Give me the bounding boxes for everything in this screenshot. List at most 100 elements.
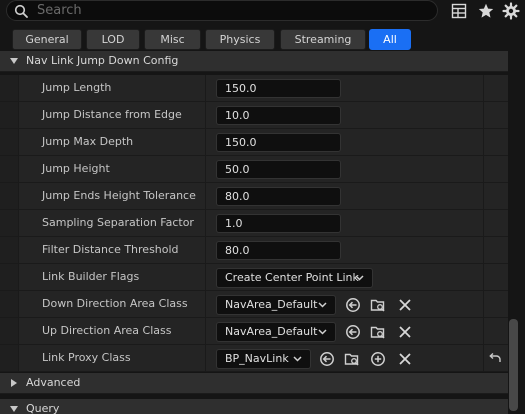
row-indent <box>0 318 19 344</box>
browse-asset-icon[interactable] <box>344 351 360 367</box>
add-icon[interactable] <box>370 351 386 367</box>
jump-ends-height-tolerance-input[interactable]: 80.0 <box>216 187 341 206</box>
down-direction-area-class-dropdown[interactable]: NavArea_Default <box>216 295 336 315</box>
property-label: Link Builder Flags <box>42 270 140 283</box>
scrollbar-thumb[interactable] <box>509 319 518 411</box>
filter-general[interactable]: General <box>12 29 82 50</box>
property-label: Jump Height <box>42 162 110 175</box>
extension-divider <box>483 156 484 182</box>
expand-arrow-icon <box>11 379 17 387</box>
extension-divider <box>483 345 484 371</box>
link-builder-flags-dropdown[interactable]: Create Center Point Link <box>216 268 373 288</box>
extension-divider <box>483 237 484 263</box>
category-query[interactable]: Query <box>0 399 508 414</box>
row-indent <box>0 264 19 290</box>
row-indent <box>0 345 19 371</box>
property-label: Jump Max Depth <box>42 135 134 148</box>
property-row-jump-length: Jump Length 150.0 <box>0 75 508 102</box>
property-label: Link Proxy Class <box>42 351 131 364</box>
property-label: Up Direction Area Class <box>42 324 172 337</box>
filter-streaming[interactable]: Streaming <box>280 29 366 50</box>
property-row-down-direction-area-class: Down Direction Area Class NavArea_Defaul… <box>0 291 508 318</box>
row-indent <box>0 183 19 209</box>
filter-physics[interactable]: Physics <box>205 29 275 50</box>
property-label: Down Direction Area Class <box>42 297 188 310</box>
filter-lod[interactable]: LOD <box>86 29 140 50</box>
extension-divider <box>483 210 484 236</box>
property-row-jump-max-depth: Jump Max Depth 150.0 <box>0 129 508 156</box>
column-divider[interactable] <box>205 237 206 263</box>
column-divider[interactable] <box>205 75 206 101</box>
search-icon <box>14 4 28 18</box>
sampling-separation-factor-input[interactable]: 1.0 <box>216 214 341 233</box>
link-proxy-class-dropdown[interactable]: BP_NavLink <box>216 349 311 369</box>
filter-misc[interactable]: Misc <box>144 29 201 50</box>
row-indent <box>0 237 19 263</box>
dropdown-value: BP_NavLink <box>225 352 289 365</box>
row-indent <box>0 102 19 128</box>
use-selected-asset-icon[interactable] <box>319 351 335 367</box>
reset-to-default-icon[interactable] <box>487 351 503 367</box>
row-indent <box>0 129 19 155</box>
column-divider[interactable] <box>205 210 206 236</box>
chevron-down-icon <box>355 275 364 281</box>
jump-distance-from-edge-input[interactable]: 10.0 <box>216 106 341 125</box>
category-title: Query <box>26 402 60 414</box>
jump-height-input[interactable]: 50.0 <box>216 160 341 179</box>
column-divider[interactable] <box>205 264 206 290</box>
browse-asset-icon[interactable] <box>370 297 386 313</box>
chevron-down-icon <box>318 329 327 335</box>
column-divider[interactable] <box>205 156 206 182</box>
column-divider[interactable] <box>205 102 206 128</box>
search-input[interactable]: Search <box>6 0 438 21</box>
column-divider[interactable] <box>205 318 206 344</box>
extension-divider <box>483 291 484 317</box>
category-title: Advanced <box>26 376 81 389</box>
chevron-down-icon <box>293 356 302 362</box>
favorites-star-icon[interactable] <box>477 2 495 20</box>
column-divider[interactable] <box>205 129 206 155</box>
property-label: Jump Distance from Edge <box>42 108 182 121</box>
top-bar: Search <box>0 0 525 24</box>
extension-divider <box>483 129 484 155</box>
property-row-jump-distance-from-edge: Jump Distance from Edge 10.0 <box>0 102 508 129</box>
filter-all[interactable]: All <box>369 29 411 50</box>
property-row-sampling-separation-factor: Sampling Separation Factor 1.0 <box>0 210 508 237</box>
clear-icon[interactable] <box>397 297 413 313</box>
category-nav-link-jump-down-config[interactable]: Nav Link Jump Down Config <box>0 51 508 72</box>
up-direction-area-class-dropdown[interactable]: NavArea_Default <box>216 322 336 342</box>
clear-icon[interactable] <box>397 351 413 367</box>
extension-divider <box>483 264 484 290</box>
extension-divider <box>483 183 484 209</box>
category-advanced[interactable]: Advanced <box>0 373 508 394</box>
column-divider[interactable] <box>205 291 206 317</box>
details-panel: Nav Link Jump Down Config Jump Length 15… <box>0 51 508 414</box>
jump-max-depth-input[interactable]: 150.0 <box>216 133 341 152</box>
extension-divider <box>483 102 484 128</box>
property-row-jump-height: Jump Height 50.0 <box>0 156 508 183</box>
row-indent <box>0 291 19 317</box>
property-label: Filter Distance Threshold <box>42 243 179 256</box>
jump-length-input[interactable]: 150.0 <box>216 79 341 98</box>
row-indent <box>0 156 19 182</box>
row-indent <box>0 210 19 236</box>
dropdown-value: Create Center Point Link <box>225 271 359 284</box>
table-view-icon[interactable] <box>450 2 468 20</box>
column-divider[interactable] <box>205 345 206 371</box>
property-row-link-builder-flags: Link Builder Flags Create Center Point L… <box>0 264 508 291</box>
use-selected-asset-icon[interactable] <box>345 297 361 313</box>
extension-divider <box>483 318 484 344</box>
dropdown-value: NavArea_Default <box>225 298 318 311</box>
settings-gear-icon[interactable] <box>502 2 520 20</box>
use-selected-asset-icon[interactable] <box>345 324 361 340</box>
collapse-arrow-icon <box>10 58 18 64</box>
browse-asset-icon[interactable] <box>370 324 386 340</box>
search-placeholder: Search <box>37 3 82 18</box>
chevron-down-icon <box>318 302 327 308</box>
column-divider[interactable] <box>205 183 206 209</box>
vertical-scrollbar[interactable] <box>508 51 525 414</box>
clear-icon[interactable] <box>397 324 413 340</box>
property-row-jump-ends-height-tolerance: Jump Ends Height Tolerance 80.0 <box>0 183 508 210</box>
filter-distance-threshold-input[interactable]: 80.0 <box>216 241 341 260</box>
property-label: Jump Length <box>42 81 112 94</box>
